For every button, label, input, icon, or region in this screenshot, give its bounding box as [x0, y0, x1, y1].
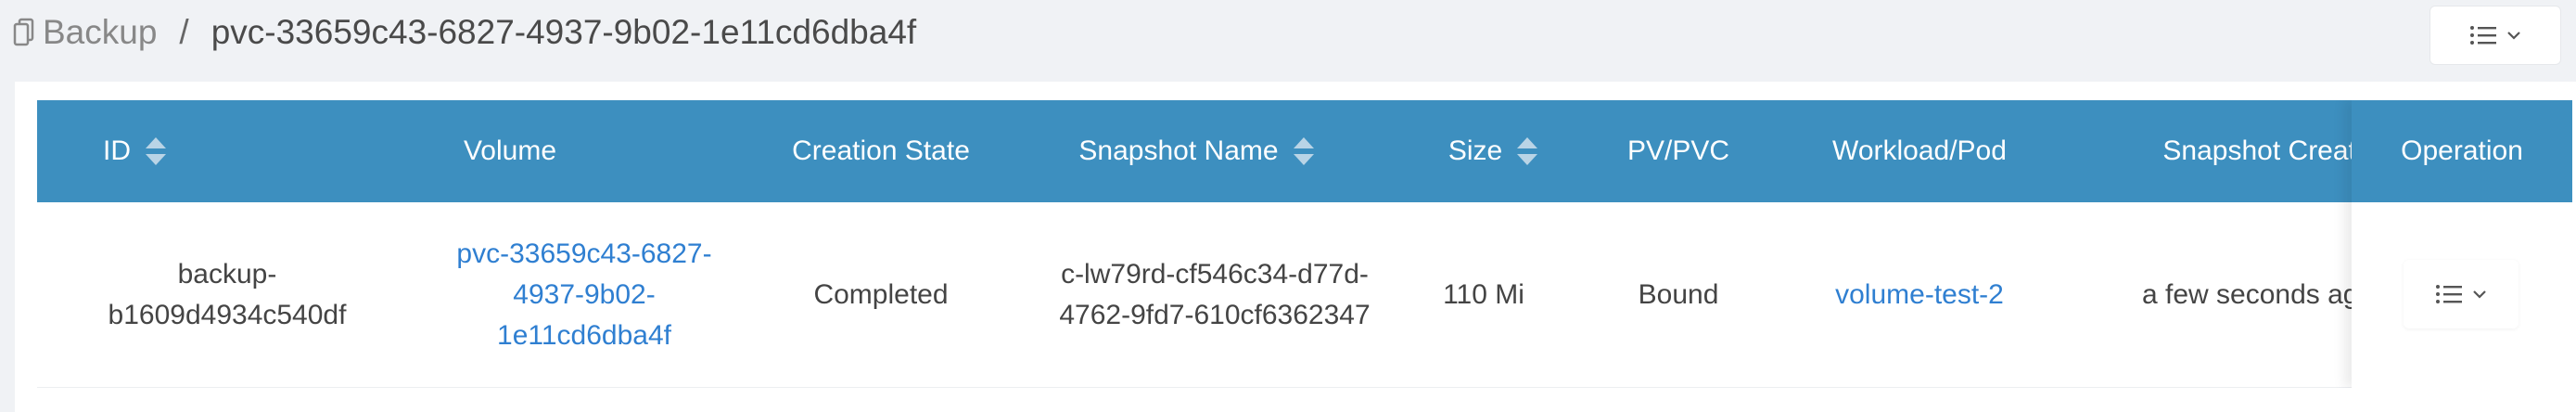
cell-size: 110 Mi	[1443, 279, 1524, 310]
column-header-volume: Volume	[463, 135, 557, 166]
cell-volume-link[interactable]: pvc-33659c43-6827- 4937-9b02- 1e11cd6dba…	[371, 202, 797, 388]
cell-workload-pod-link[interactable]: volume-test-2	[1780, 202, 2059, 388]
cell-pv-pvc: Bound	[1638, 279, 1719, 310]
table-header: ID Volume Creation State Snapshot Name S…	[37, 100, 2572, 202]
chevron-down-icon	[2473, 290, 2486, 299]
sort-icon[interactable]	[1293, 137, 1314, 165]
row-operation-button[interactable]	[2404, 260, 2519, 328]
backup-table: ID Volume Creation State Snapshot Name S…	[37, 100, 2572, 388]
table-row: backup- b1609d4934c540df pvc-33659c43-68…	[37, 202, 2572, 388]
column-header-creation-state: Creation State	[792, 135, 970, 166]
column-header-pv-pvc: PV/PVC	[1626, 135, 1730, 166]
column-header-snapshot-name[interactable]: Snapshot Name	[1020, 100, 1372, 202]
cell-snapshot-name: c-lw79rd-cf546c34-d77d- 4762-9fd7-610cf6…	[1059, 259, 1371, 330]
top-bar: Backup / pvc-33659c43-6827-4937-9b02-1e1…	[0, 0, 2576, 82]
cell-creation-state: Completed	[813, 279, 949, 310]
list-icon	[2436, 285, 2462, 303]
breadcrumb-separator: /	[179, 13, 189, 51]
cell-id: backup- b1609d4934c540df	[108, 259, 347, 330]
content-panel: ID Volume Creation State Snapshot Name S…	[15, 82, 2576, 412]
list-icon	[2470, 26, 2496, 45]
column-header-workload-pod: Workload/Pod	[1832, 135, 2007, 166]
backup-icon	[13, 16, 37, 49]
column-header-operation: Operation	[2352, 100, 2572, 202]
chevron-down-icon	[2507, 32, 2520, 40]
cell-snapshot-created: a few seconds ago	[2142, 279, 2352, 310]
operation-column: Operation	[2352, 100, 2572, 388]
sort-icon[interactable]	[1517, 137, 1538, 165]
breadcrumb-root-link[interactable]: Backup	[43, 13, 157, 52]
sort-icon[interactable]	[146, 137, 166, 165]
page-menu-button[interactable]	[2429, 6, 2561, 65]
breadcrumb-current: pvc-33659c43-6827-4937-9b02-1e11cd6dba4f	[210, 13, 917, 51]
column-header-id[interactable]: ID	[37, 100, 232, 202]
column-header-size[interactable]: Size	[1409, 100, 1576, 202]
breadcrumb: Backup / pvc-33659c43-6827-4937-9b02-1e1…	[13, 7, 916, 58]
